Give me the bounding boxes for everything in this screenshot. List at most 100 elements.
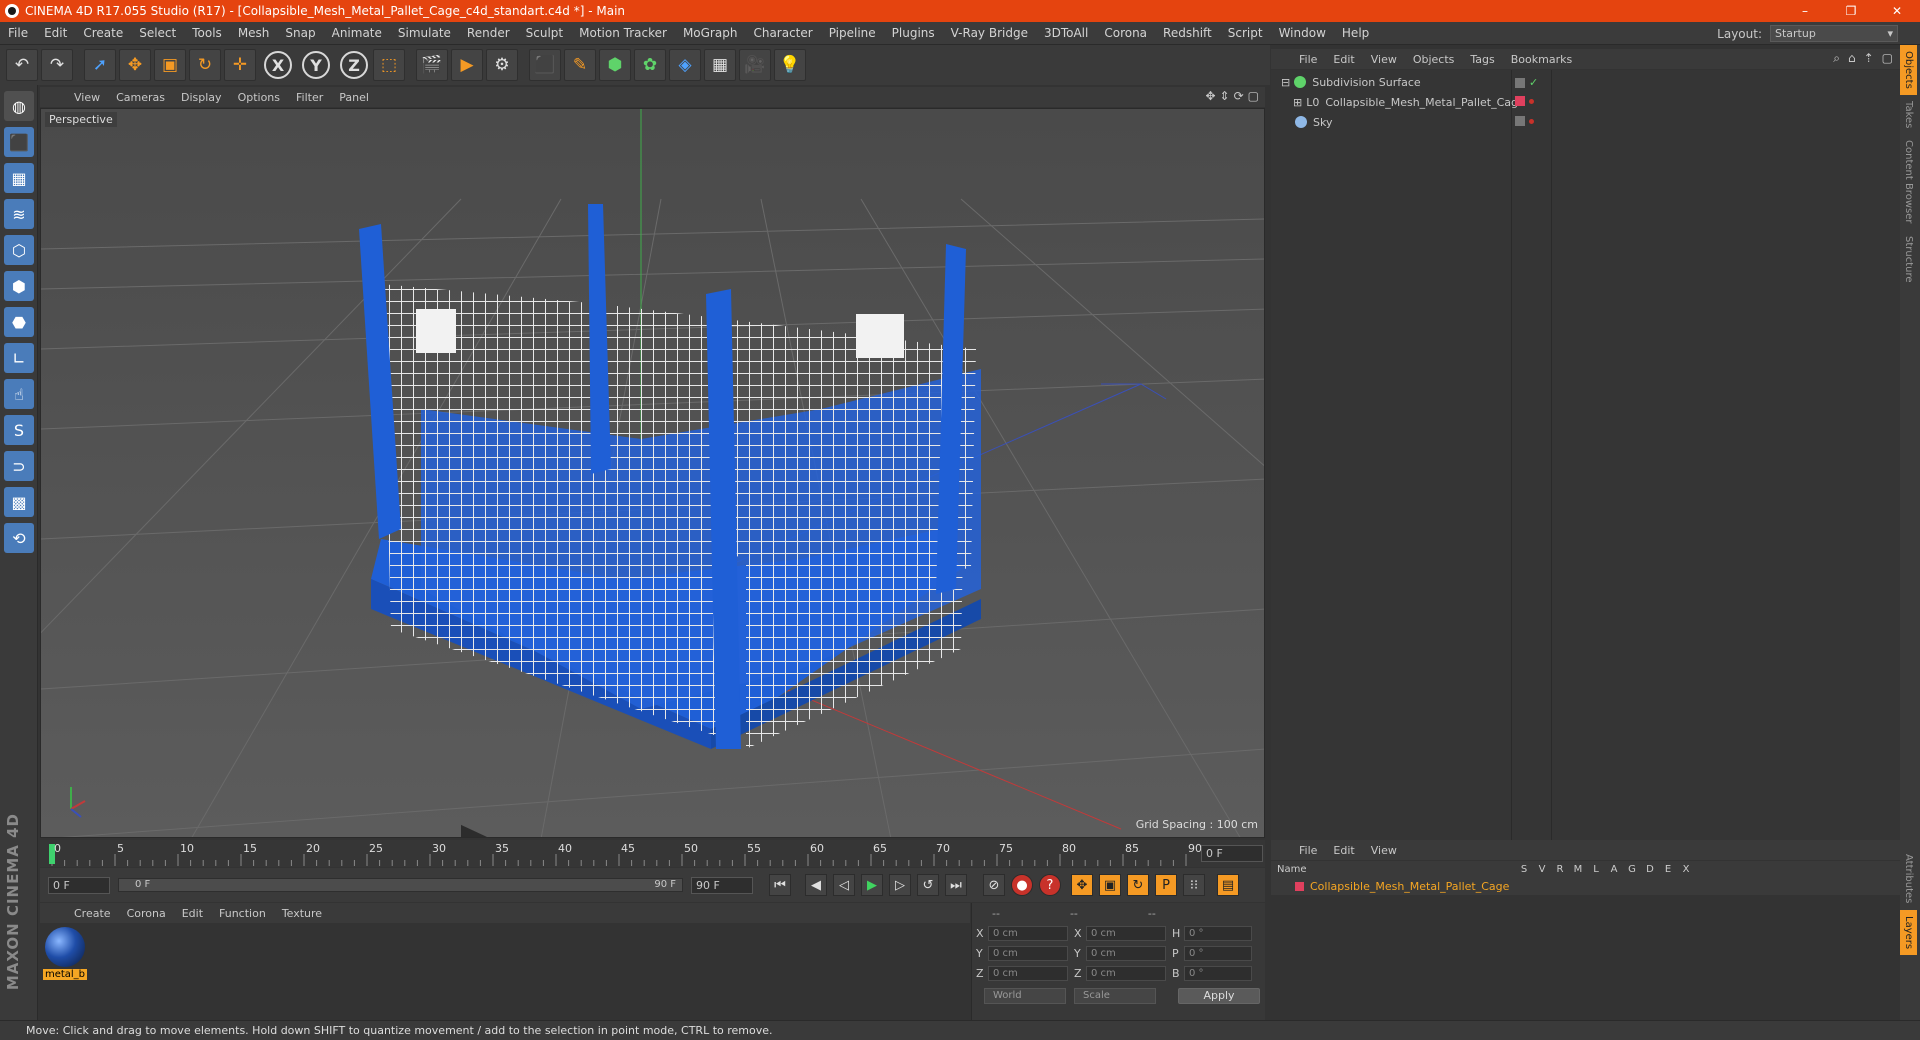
collapse-icon[interactable]: ⊟ bbox=[1281, 76, 1290, 89]
layer-row[interactable]: Collapsible_Mesh_Metal_Pallet_Cage bbox=[1271, 877, 1901, 895]
objects-menu-tags[interactable]: Tags bbox=[1462, 53, 1502, 66]
menu-tools[interactable]: Tools bbox=[184, 22, 230, 45]
minimize-button[interactable]: – bbox=[1782, 0, 1828, 22]
position-y-field[interactable]: 0 cm bbox=[988, 945, 1068, 961]
material-menu-corona[interactable]: Corona bbox=[119, 907, 174, 920]
object-row-sky[interactable]: Sky bbox=[1271, 112, 1901, 132]
transform-tool-button[interactable]: ✛ bbox=[224, 49, 256, 81]
rotation-p-field[interactable]: 0 ° bbox=[1184, 945, 1252, 961]
layer-color-icon[interactable] bbox=[1515, 96, 1525, 106]
dolly-icon[interactable]: ⇕ bbox=[1220, 89, 1230, 103]
objects-menu-objects[interactable]: Objects bbox=[1405, 53, 1463, 66]
objects-menu-edit[interactable]: Edit bbox=[1325, 53, 1362, 66]
expand-icon[interactable]: ⊞ bbox=[1293, 96, 1302, 109]
objects-menu-file[interactable]: File bbox=[1291, 53, 1325, 66]
object-row-subdivision-surface[interactable]: ⊟ Subdivision Surface ✓ bbox=[1271, 72, 1901, 92]
select-tool-button[interactable]: ➚ bbox=[84, 49, 116, 81]
workplane-lock-icon[interactable]: ▩ bbox=[4, 487, 34, 517]
orbit-icon[interactable]: ⟳ bbox=[1234, 89, 1244, 103]
loop-button[interactable]: ↺ bbox=[917, 874, 939, 896]
coordinate-system-button[interactable]: ⬚ bbox=[373, 49, 405, 81]
menu-plugins[interactable]: Plugins bbox=[884, 22, 943, 45]
key-position-button[interactable]: ✥ bbox=[1071, 874, 1093, 896]
menu-help[interactable]: Help bbox=[1334, 22, 1377, 45]
next-frame-button[interactable]: ▷ bbox=[889, 874, 911, 896]
object-row-pallet-cage[interactable]: ⊞ L0 Collapsible_Mesh_Metal_Pallet_Cage bbox=[1271, 92, 1901, 112]
material-swatch[interactable]: metal_b bbox=[43, 927, 87, 983]
light-button[interactable]: 💡 bbox=[774, 49, 806, 81]
cloner-button[interactable]: ✿ bbox=[634, 49, 666, 81]
menu-3dtoall[interactable]: 3DToAll bbox=[1036, 22, 1096, 45]
menu-script[interactable]: Script bbox=[1220, 22, 1271, 45]
viewport-menu-view[interactable]: View bbox=[66, 91, 108, 104]
new-window-icon[interactable]: ▢ bbox=[1882, 51, 1893, 66]
menu-animate[interactable]: Animate bbox=[324, 22, 390, 45]
z-axis-lock-button[interactable]: Z bbox=[340, 51, 368, 79]
key-pla-button[interactable]: ⁝⁝ bbox=[1183, 874, 1205, 896]
menu-file[interactable]: File bbox=[0, 22, 36, 45]
menu-select[interactable]: Select bbox=[131, 22, 184, 45]
visibility-dot-icon[interactable] bbox=[1529, 118, 1534, 124]
rotate-tool-button[interactable]: ↻ bbox=[189, 49, 221, 81]
camera-label[interactable]: Perspective bbox=[45, 112, 117, 127]
move-tool-button[interactable]: ✥ bbox=[119, 49, 151, 81]
scene-floor-button[interactable]: ▦ bbox=[704, 49, 736, 81]
menu-pipeline[interactable]: Pipeline bbox=[821, 22, 884, 45]
menu-mograph[interactable]: MoGraph bbox=[675, 22, 746, 45]
viewport-menu-filter[interactable]: Filter bbox=[288, 91, 331, 104]
tab-layers[interactable]: Layers bbox=[1900, 909, 1917, 955]
previous-key-button[interactable]: ◀ bbox=[805, 874, 827, 896]
redo-button[interactable]: ↷ bbox=[41, 49, 73, 81]
x-axis-lock-button[interactable]: X bbox=[264, 51, 292, 79]
axis-mode-icon[interactable]: ∟ bbox=[4, 343, 34, 373]
size-x-field[interactable]: 0 cm bbox=[1086, 925, 1166, 941]
menu-render[interactable]: Render bbox=[459, 22, 518, 45]
pan-icon[interactable]: ✥ bbox=[1205, 89, 1215, 103]
timeline-window-button[interactable]: ▤ bbox=[1217, 874, 1239, 896]
menu-simulate[interactable]: Simulate bbox=[390, 22, 459, 45]
menu-edit[interactable]: Edit bbox=[36, 22, 75, 45]
rotation-b-field[interactable]: 0 ° bbox=[1184, 965, 1252, 981]
play-button[interactable]: ▶ bbox=[861, 874, 883, 896]
key-rotation-button[interactable]: ↻ bbox=[1127, 874, 1149, 896]
polygons-mode-icon[interactable]: ⬣ bbox=[4, 307, 34, 337]
go-to-end-button[interactable]: ⏭ bbox=[945, 874, 967, 896]
render-view-button[interactable]: 🎬 bbox=[416, 49, 448, 81]
edges-mode-icon[interactable]: ⬢ bbox=[4, 271, 34, 301]
tab-objects[interactable]: Objects bbox=[1900, 45, 1917, 95]
workplane-mode-icon[interactable]: ≋ bbox=[4, 199, 34, 229]
go-to-start-button[interactable]: ⏮ bbox=[769, 874, 791, 896]
viewport-menu-display[interactable]: Display bbox=[173, 91, 230, 104]
tab-attributes[interactable]: Attributes bbox=[1900, 848, 1917, 909]
objects-menu-view[interactable]: View bbox=[1363, 53, 1405, 66]
material-menu-create[interactable]: Create bbox=[66, 907, 119, 920]
scale-tool-button[interactable]: ▣ bbox=[154, 49, 186, 81]
pen-tool-button[interactable]: ✎ bbox=[564, 49, 596, 81]
texture-mode-icon[interactable]: ▦ bbox=[4, 163, 34, 193]
layout-select[interactable]: Startup bbox=[1770, 25, 1898, 42]
y-axis-lock-button[interactable]: Y bbox=[302, 51, 330, 79]
key-parameter-button[interactable]: P bbox=[1155, 874, 1177, 896]
menu-window[interactable]: Window bbox=[1271, 22, 1334, 45]
material-menu-function[interactable]: Function bbox=[211, 907, 274, 920]
current-frame-field[interactable]: 0 F bbox=[1201, 845, 1263, 862]
viewport-menu-options[interactable]: Options bbox=[230, 91, 288, 104]
material-menu-texture[interactable]: Texture bbox=[274, 907, 330, 920]
render-to-picture-viewer-button[interactable]: ▶ bbox=[451, 49, 483, 81]
timeline-ruler[interactable]: 0 5 10 15 20 25 30 35 40 45 50 55 60 65 70 75 80 85 90 0 F bbox=[40, 840, 1265, 867]
layers-menu-edit[interactable]: Edit bbox=[1325, 844, 1362, 857]
snap-magnet-icon[interactable]: ⊃ bbox=[4, 451, 34, 481]
tab-structure[interactable]: Structure bbox=[1900, 230, 1917, 289]
up-icon[interactable]: ⇡ bbox=[1864, 51, 1874, 66]
restore-button[interactable]: ❐ bbox=[1828, 0, 1874, 22]
solo-mode-icon[interactable]: S bbox=[4, 415, 34, 445]
position-x-field[interactable]: 0 cm bbox=[988, 925, 1068, 941]
deformer-button[interactable]: ◈ bbox=[669, 49, 701, 81]
layer-flag-icon[interactable] bbox=[1515, 77, 1525, 88]
camera-button[interactable]: 🎥 bbox=[739, 49, 771, 81]
apply-button[interactable]: Apply bbox=[1178, 988, 1260, 1004]
layers-menu-view[interactable]: View bbox=[1363, 844, 1405, 857]
search-icon[interactable]: ⌕ bbox=[1833, 51, 1840, 66]
record-keys-button[interactable]: ● bbox=[1011, 874, 1033, 896]
add-cube-button[interactable]: ⬛ bbox=[529, 49, 561, 81]
